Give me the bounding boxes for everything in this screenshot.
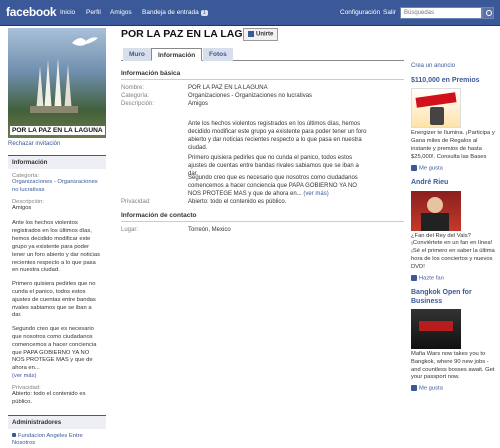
suit-icon [421, 212, 449, 231]
search-input[interactable]: Búsquedas [400, 7, 482, 19]
face-icon [427, 196, 443, 213]
nav-settings[interactable]: Configuración [340, 9, 380, 16]
place-value: Torreón, Mexico [188, 227, 231, 233]
admin-link[interactable]: Fundacion Angeles Entre Nosotros [12, 433, 83, 447]
category-link[interactable]: Organizaciones - Organizaciones no lucra… [188, 92, 370, 100]
nav-friends[interactable]: Amigos [110, 9, 132, 16]
ad-text: ¿Fan del Rey del Vals? ¡Conviértete en u… [411, 232, 495, 270]
nav-home[interactable]: Inicio [60, 9, 75, 16]
ad-image[interactable] [411, 190, 461, 231]
main-column: POR LA PAZ EN LA LAGUNA Unirte Muro Info… [121, 28, 404, 233]
description-value: Amigos [188, 101, 209, 107]
description-paragraph: Primero quisiera pedirles que no cunda e… [12, 281, 96, 319]
thumbs-up-icon [411, 385, 417, 392]
ads-column: Crea un anuncio $110,000 en Premios Ener… [411, 63, 497, 392]
description-label: Descripción: [121, 101, 155, 107]
profile-picture-caption: POR LA PAZ EN LA LAGUNA [10, 126, 105, 135]
ad-fan-link[interactable]: Hazte fan [419, 275, 444, 281]
nav-profile[interactable]: Perfil [86, 9, 101, 16]
dove-icon [72, 37, 98, 46]
join-button[interactable]: Unirte [243, 28, 279, 41]
profile-picture[interactable]: POR LA PAZ EN LA LAGUNA [8, 28, 106, 138]
tab-wall[interactable]: Muro [123, 48, 151, 61]
see-more-link[interactable]: (ver más) [303, 191, 328, 197]
ad-item[interactable]: $110,000 en Premios Energizer te Ilumina… [411, 77, 497, 171]
join-icon [248, 31, 254, 37]
thumbs-up-icon [411, 164, 417, 171]
ad-title[interactable]: $110,000 en Premios [411, 77, 497, 85]
create-ad-link[interactable]: Crea un anuncio [411, 63, 455, 69]
see-more-link[interactable]: (ver más) [12, 373, 36, 379]
info-box-header: Información [8, 155, 106, 169]
monument-image [30, 58, 78, 113]
inbox-count-badge: 1 [200, 10, 208, 16]
mafia-wars-logo-icon [419, 320, 453, 331]
place-label: Lugar: [121, 227, 139, 233]
tab-info[interactable]: Información [151, 48, 203, 61]
ad-text: Mafia Wars now takes you to Bangkok, whe… [411, 350, 495, 381]
description-value: Amigos [12, 204, 32, 211]
search-icon[interactable] [482, 7, 494, 19]
description-paragraph: Ante los hechos violentos registrados en… [12, 220, 100, 274]
ad-like-link[interactable]: Me gusta [419, 165, 443, 171]
ad-item[interactable]: André Rieu ¿Fan del Rey del Vals? ¡Convi… [411, 179, 497, 281]
tab-bar: Muro Información Fotos [121, 48, 404, 61]
ad-title[interactable]: Bangkok Open for Business [411, 289, 497, 306]
ad-text: Energizer te Ilumina. ¡Participa y Gana … [411, 130, 495, 160]
category-label: Categoría: [121, 93, 150, 99]
privacy-value: Abierto: todo el contenido es público. [188, 199, 287, 205]
privacy-value: Abierto: todo el contenido es público. [12, 390, 86, 405]
top-bar: facebook Inicio Perfil Amigos Bandeja de… [0, 0, 500, 26]
bullet-icon [12, 432, 16, 437]
category-link[interactable]: Organizaciones - Organizaciones no lucra… [12, 179, 98, 193]
fan-icon [411, 274, 417, 281]
ad-like-link[interactable]: Me gusta [419, 386, 443, 392]
admins-box-header: Administradores [8, 414, 106, 429]
privacy-label: Privacidad: [121, 199, 151, 205]
facebook-logo[interactable]: facebook [6, 5, 57, 19]
battery-icon [430, 107, 444, 126]
tab-photos[interactable]: Fotos [203, 48, 233, 61]
description-paragraph: Segundo creo que es necesario que nosotr… [12, 326, 97, 372]
nav-logout[interactable]: Salir [383, 9, 396, 16]
ad-item[interactable]: Bangkok Open for Business Mafia Wars now… [411, 289, 497, 392]
reject-invitation-link[interactable]: Rechazar invitación [8, 141, 60, 147]
nav-inbox[interactable]: Bandeja de entrada 1 [142, 9, 208, 16]
left-column: POR LA PAZ EN LA LAGUNA Rechazar invitac… [8, 28, 106, 448]
contact-info-header: Información de contacto [121, 212, 404, 222]
name-value: POR LA PAZ EN LA LAGUNA [188, 85, 268, 91]
ad-title[interactable]: André Rieu [411, 179, 497, 187]
description-paragraph: Segundo creo que es necesario que nosotr… [188, 175, 358, 198]
basic-info-header: Información básica [121, 70, 404, 80]
ad-image[interactable] [411, 308, 461, 349]
name-label: Nombre: [121, 85, 145, 91]
energizer-logo-icon [415, 92, 457, 109]
ad-image[interactable] [411, 88, 461, 129]
description-paragraph: Ante los hechos violentos registrados en… [188, 121, 367, 152]
